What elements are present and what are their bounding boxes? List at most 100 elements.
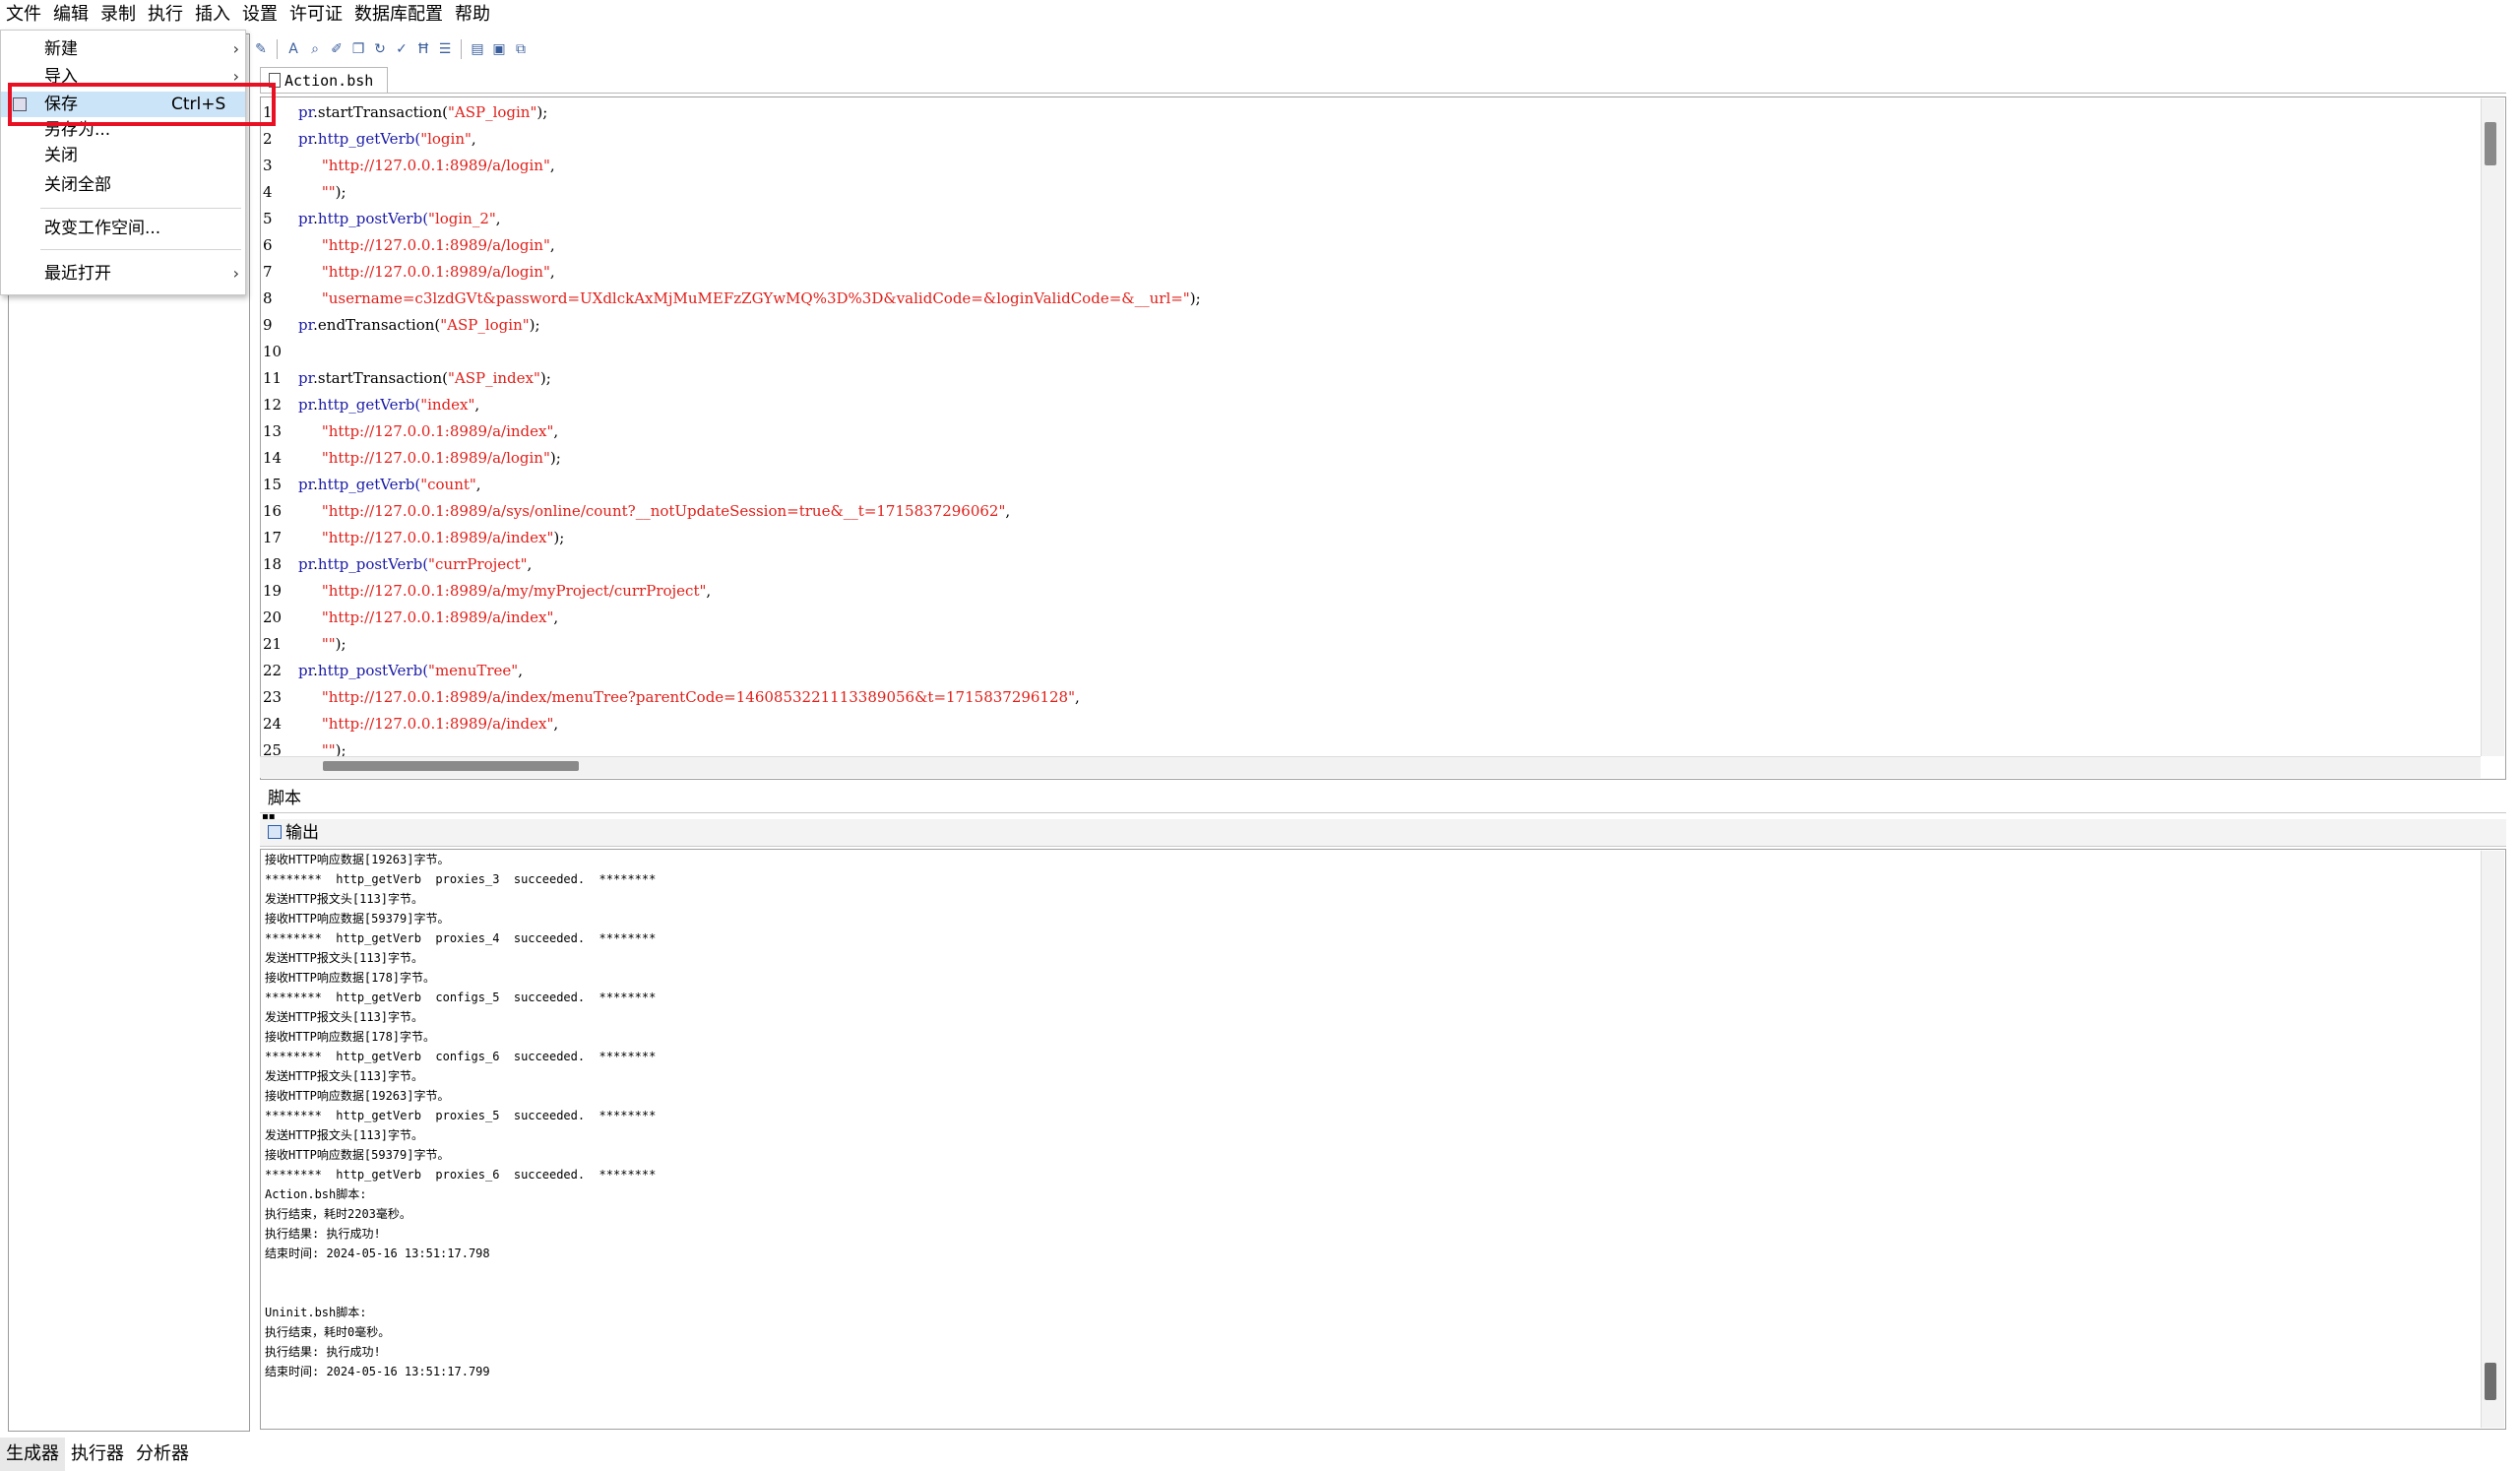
output-line: 接收HTTP响应数据[19263]字节。 (265, 853, 450, 866)
menu-settings[interactable]: 设置 (236, 0, 284, 30)
insert-icon[interactable]: ▤ (469, 40, 486, 58)
line-number: 23 (263, 688, 283, 706)
menu-item-label: 关闭全部 (44, 175, 111, 195)
duplicate-icon[interactable]: ⧉ (512, 40, 530, 58)
line-number: 7 (263, 263, 273, 281)
check-icon[interactable]: ✓ (393, 40, 410, 58)
menu-item-close-all[interactable]: 关闭全部 (1, 172, 245, 198)
code-text: "http://127.0.0.1:8989/a/index", (298, 605, 558, 631)
code-line: 21 ""); (261, 631, 2486, 658)
code-line: 22 pr.http_postVerb("menuTree", (261, 658, 2486, 684)
code-text: pr.startTransaction("ASP_index"); (298, 365, 551, 392)
menu-separator (40, 208, 241, 209)
wand-icon[interactable]: ✎ (252, 40, 270, 58)
code-line: 5 pr.http_postVerb("login_2", (261, 206, 2486, 232)
output-line: 执行结果: 执行成功! (265, 1227, 381, 1241)
code-token: , (518, 662, 523, 679)
header-icon[interactable]: Ħ (414, 40, 432, 58)
output-console[interactable]: 接收HTTP响应数据[19263]字节。 ******** http_getVer… (260, 849, 2506, 1430)
tab-divider (260, 93, 2506, 94)
line-number: 2 (263, 130, 273, 148)
line-number: 12 (263, 396, 283, 414)
keyword-token: pr (298, 662, 314, 679)
keyword-token: http_postVerb( (317, 210, 429, 227)
code-token: , (1074, 688, 1080, 706)
code-text: "http://127.0.0.1:8989/a/index/menuTree?… (298, 684, 1080, 711)
code-text: pr.http_postVerb("currProject", (298, 551, 532, 578)
editor-horizontal-scrollbar[interactable] (260, 756, 2481, 778)
keyword-token: http_postVerb( (317, 662, 429, 679)
code-line: 8 "username=c3lzdGVt&password=UXdlckAxMj… (261, 286, 2486, 312)
editor-horizontal-scroll-thumb[interactable] (323, 761, 579, 771)
tab-script[interactable]: 脚本 (260, 784, 2506, 813)
output-line: Uninit.bsh脚本: (265, 1306, 367, 1319)
chevron-right-icon: › (232, 39, 239, 58)
font-size-icon[interactable]: A (284, 40, 302, 58)
output-line: ******** http_getVerb proxies_6 succeede… (265, 1168, 657, 1182)
tab-executor[interactable]: 执行器 (65, 1438, 130, 1471)
code-token: , (549, 236, 555, 254)
code-token: , (1005, 502, 1011, 520)
menu-insert[interactable]: 插入 (189, 0, 236, 30)
menu-item-label: 关闭 (44, 146, 78, 165)
menu-item-recent[interactable]: 最近打开 › (1, 261, 245, 287)
code-line: 6 "http://127.0.0.1:8989/a/login", (261, 232, 2486, 259)
menu-run[interactable]: 执行 (142, 0, 189, 30)
menu-item-label: 新建 (44, 39, 78, 59)
edit-icon[interactable]: ✐ (328, 40, 346, 58)
line-number: 4 (263, 183, 273, 201)
keyword-token: pr (298, 103, 314, 121)
copy-icon[interactable]: ❐ (349, 40, 367, 58)
save-icon[interactable]: ▣ (490, 40, 508, 58)
menu-file[interactable]: 文件 (0, 0, 47, 30)
menu-item-close[interactable]: 关闭 (1, 143, 245, 168)
code-text: "http://127.0.0.1:8989/a/login", (298, 232, 555, 259)
tab-action-bsh[interactable]: Action.bsh (260, 67, 388, 93)
menu-edit[interactable]: 编辑 (47, 0, 94, 30)
output-line: 接收HTTP响应数据[178]字节。 (265, 1030, 436, 1044)
bottom-tab-bar: 生成器 执行器 分析器 (0, 1438, 591, 1471)
code-token: , (553, 608, 559, 626)
menu-license[interactable]: 许可证 (284, 0, 348, 30)
string-token: "http://127.0.0.1:8989/a/login" (321, 449, 550, 467)
string-token: "" (321, 635, 336, 653)
code-line: 19 "http://127.0.0.1:8989/a/my/myProject… (261, 578, 2486, 605)
menu-item-new[interactable]: 新建 › (1, 36, 245, 62)
find-icon[interactable]: ⌕ (306, 40, 324, 58)
line-number: 6 (263, 236, 273, 254)
tab-analyzer[interactable]: 分析器 (130, 1438, 195, 1471)
output-vertical-scroll-thumb[interactable] (2485, 1363, 2496, 1400)
menu-item-label: 最近打开 (44, 264, 111, 284)
menu-help[interactable]: 帮助 (449, 0, 496, 30)
code-line: 3 "http://127.0.0.1:8989/a/login", (261, 153, 2486, 179)
line-number: 13 (263, 422, 283, 440)
code-editor[interactable]: 1 pr.startTransaction("ASP_login"); 2 pr.ht… (260, 96, 2506, 780)
refresh-icon[interactable]: ↻ (371, 40, 389, 58)
editor-vertical-scrollbar[interactable] (2481, 98, 2504, 756)
output-line: 接收HTTP响应数据[59379]字节。 (265, 912, 450, 926)
comment-icon[interactable]: ☰ (436, 40, 454, 58)
menu-item-change-workspace[interactable]: 改变工作空间... (1, 216, 245, 241)
string-token: "currProject" (428, 555, 528, 573)
menu-db-config[interactable]: 数据库配置 (348, 0, 449, 30)
output-vertical-scrollbar[interactable] (2481, 851, 2504, 1428)
tab-generator[interactable]: 生成器 (0, 1438, 65, 1471)
string-token: "http://127.0.0.1:8989/a/index" (321, 422, 554, 440)
code-line: 16 "http://127.0.0.1:8989/a/sys/online/c… (261, 498, 2486, 525)
line-number: 20 (263, 608, 283, 626)
menu-bar: 文件 编辑 录制 执行 插入 设置 许可证 数据库配置 帮助 (0, 0, 2520, 30)
output-line: 发送HTTP报文头[113]字节。 (265, 1010, 424, 1024)
editor-vertical-scroll-thumb[interactable] (2485, 122, 2496, 165)
code-token: ); (553, 529, 565, 546)
menu-record[interactable]: 录制 (94, 0, 142, 30)
code-text: pr.endTransaction("ASP_login"); (298, 312, 540, 339)
tab-output[interactable]: 输出 (260, 819, 2506, 847)
output-line: 结束时间: 2024-05-16 13:51:17.798 (265, 1247, 490, 1260)
code-token: , (553, 422, 559, 440)
